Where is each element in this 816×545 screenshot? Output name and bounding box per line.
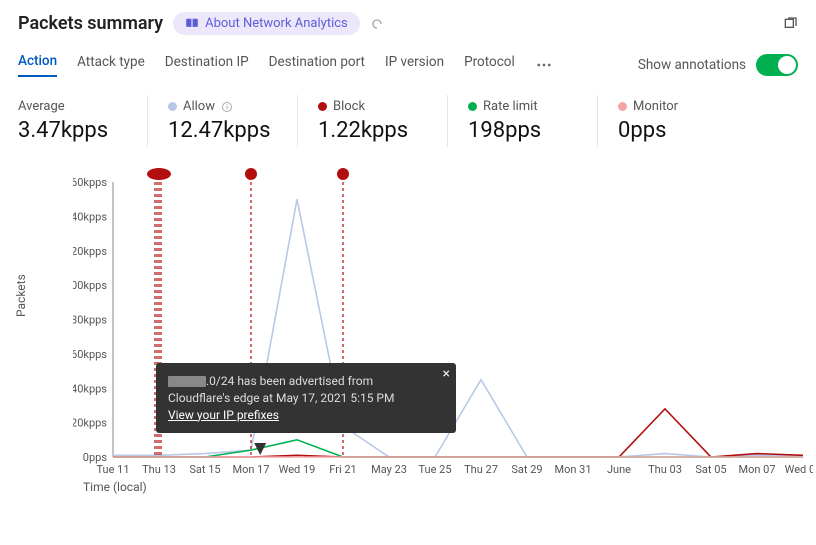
tab-protocol[interactable]: Protocol <box>464 54 515 76</box>
svg-text:Wed 19: Wed 19 <box>279 463 316 476</box>
legend-dot-allow <box>168 102 177 111</box>
about-link[interactable]: About Network Analytics <box>173 12 360 35</box>
stat-value: 3.47kpps <box>18 118 127 143</box>
stat-rate-limit: Rate limit 198pps <box>468 95 598 147</box>
stat-label: Block <box>333 99 365 114</box>
annotation-tooltip: × .0/24 has been advertised from Cloudfl… <box>156 363 456 433</box>
svg-text:Thu 03: Thu 03 <box>648 463 682 476</box>
svg-text:40kpps: 40kpps <box>73 382 107 395</box>
tabs: Action Attack type Destination IP Destin… <box>18 53 798 77</box>
svg-text:60kpps: 60kpps <box>73 348 107 361</box>
svg-text:May 23: May 23 <box>371 463 407 476</box>
legend-dot-block <box>318 102 327 111</box>
legend-dot-rate-limit <box>468 102 477 111</box>
close-icon[interactable]: × <box>443 367 450 381</box>
stat-value: 0pps <box>618 118 728 143</box>
stat-average: Average 3.47kpps <box>18 95 148 147</box>
svg-text:100kpps: 100kpps <box>73 279 107 292</box>
svg-text:Thu 13: Thu 13 <box>142 463 176 476</box>
tooltip-link[interactable]: View your IP prefixes <box>168 408 279 422</box>
tab-destination-port[interactable]: Destination port <box>269 54 365 76</box>
info-icon[interactable] <box>221 101 233 113</box>
stat-value: 12.47kpps <box>168 118 277 143</box>
stat-monitor: Monitor 0pps <box>618 95 748 147</box>
book-icon <box>185 17 199 31</box>
stat-allow: Allow 12.47kpps <box>168 95 298 147</box>
stat-label: Allow <box>183 99 215 114</box>
redacted-ip <box>168 376 206 387</box>
stat-label: Rate limit <box>483 99 538 114</box>
svg-text:140kpps: 140kpps <box>73 210 107 223</box>
svg-text:80kpps: 80kpps <box>73 314 107 327</box>
chart: Packets 0pps20kpps40kpps60kpps80kpps100k… <box>18 167 798 507</box>
svg-text:20kpps: 20kpps <box>73 417 107 430</box>
stat-block: Block 1.22kpps <box>318 95 448 147</box>
stat-label: Monitor <box>633 99 678 114</box>
svg-text:Mon 17: Mon 17 <box>232 463 269 476</box>
expand-icon[interactable] <box>782 16 798 32</box>
stat-label: Average <box>18 99 65 114</box>
stat-value: 1.22kpps <box>318 118 427 143</box>
stat-value: 198pps <box>468 118 577 143</box>
svg-text:Tue 25: Tue 25 <box>418 463 451 476</box>
svg-text:Sat 29: Sat 29 <box>511 463 542 476</box>
svg-text:Mon 07: Mon 07 <box>738 463 775 476</box>
tab-attack-type[interactable]: Attack type <box>77 54 145 76</box>
tab-ip-version[interactable]: IP version <box>385 54 444 76</box>
svg-text:160kpps: 160kpps <box>73 176 107 189</box>
svg-text:Tue 11: Tue 11 <box>96 463 129 476</box>
y-axis-label: Packets <box>14 274 28 317</box>
more-icon[interactable] <box>535 56 553 74</box>
tab-destination-ip[interactable]: Destination IP <box>165 54 249 76</box>
svg-text:Sat 15: Sat 15 <box>189 463 220 476</box>
tab-action[interactable]: Action <box>18 53 57 77</box>
legend-dot-monitor <box>618 102 627 111</box>
page-title: Packets summary <box>18 13 163 34</box>
loading-icon <box>370 17 384 31</box>
svg-text:June: June <box>607 463 631 476</box>
annotations-label: Show annotations <box>638 57 746 73</box>
svg-text:Sat 05: Sat 05 <box>695 463 726 476</box>
svg-text:Mon 31: Mon 31 <box>554 463 591 476</box>
svg-text:Fri 21: Fri 21 <box>329 463 356 476</box>
svg-text:Wed 09: Wed 09 <box>785 463 813 476</box>
svg-text:120kpps: 120kpps <box>73 245 107 258</box>
svg-text:Thu 27: Thu 27 <box>464 463 498 476</box>
stats-row: Average 3.47kpps Allow 12.47kpps Block 1… <box>18 95 798 147</box>
about-link-label: About Network Analytics <box>205 16 348 31</box>
svg-text:Time (local): Time (local) <box>83 480 147 494</box>
annotations-toggle[interactable] <box>756 54 798 76</box>
chart-canvas: 0pps20kpps40kpps60kpps80kpps100kpps120kp… <box>73 167 813 507</box>
